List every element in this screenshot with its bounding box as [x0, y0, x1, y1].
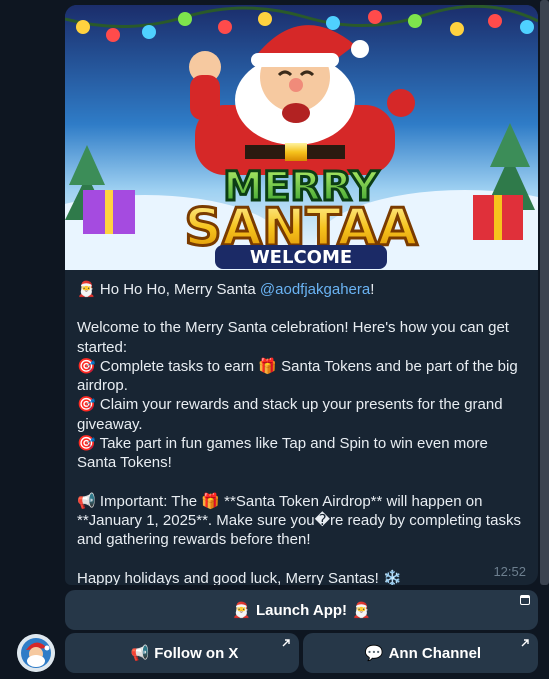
ann-channel-label: Ann Channel	[388, 644, 482, 662]
direct-hit-icon: 🎯	[77, 395, 96, 414]
bot-avatar[interactable]	[17, 634, 55, 672]
greeting-line: 🎅 Ho Ho Ho, Merry Santa @aodfjakgahera!	[77, 280, 526, 299]
important-text-a: Important: The	[99, 492, 202, 510]
direct-hit-icon: 🎯	[77, 356, 96, 375]
closing-line: Happy holidays and good luck, Merry Sant…	[77, 569, 526, 585]
list-item-tasks: 🎯 Complete tasks to earn 🎁 Santa Tokens …	[77, 357, 526, 396]
ann-channel-button[interactable]: 💬 Ann Channel	[303, 633, 538, 673]
greeting-text: Ho Ho Ho, Merry Santa	[99, 281, 260, 298]
message-timestamp: 12:52	[493, 564, 526, 579]
banner-line-welcome: WELCOME	[250, 247, 352, 268]
santa-icon: 🎅	[77, 280, 96, 298]
megaphone-icon: 📢	[130, 644, 150, 662]
list-item-rewards: 🎯 Claim your rewards and stack up your p…	[77, 395, 526, 434]
gift-icon: 🎁	[201, 491, 220, 510]
important-paragraph: 📢 Important: The 🎁 **Santa Token Airdrop…	[77, 492, 526, 550]
external-link-arrow-icon	[281, 638, 291, 648]
message-text: 🎅 Ho Ho Ho, Merry Santa @aodfjakgahera! …	[65, 270, 538, 585]
megaphone-icon: 📢	[77, 491, 96, 510]
speech-balloon-icon: 💬	[364, 644, 384, 662]
scrollbar[interactable]	[540, 0, 549, 585]
web-app-icon	[520, 595, 530, 605]
intro-paragraph: Welcome to the Merry Santa celebration! …	[77, 319, 514, 356]
chat-view: MERRY SANTAA WELCOME 🎅 Ho Ho Ho, Merry S…	[0, 0, 549, 679]
external-link-arrow-icon	[520, 638, 530, 648]
snowflake-icon: ❄️	[383, 568, 402, 585]
greeting-suffix: !	[370, 281, 375, 298]
list-item-games: 🎯 Take part in fun games like Tap and Sp…	[77, 434, 526, 473]
list-item-tasks-text-a: Complete tasks to earn	[99, 357, 259, 375]
closing-text: Happy holidays and good luck, Merry Sant…	[77, 569, 383, 585]
santa-icon: 🎅	[232, 601, 251, 619]
follow-on-x-button[interactable]: 📢 Follow on X	[65, 633, 299, 673]
user-mention-link[interactable]: @aodfjakgahera	[260, 281, 370, 298]
santa-icon: 🎅	[352, 601, 371, 619]
launch-app-label: Launch App!	[255, 601, 348, 619]
direct-hit-icon: 🎯	[77, 434, 96, 453]
welcome-banner-image[interactable]: MERRY SANTAA WELCOME	[65, 5, 538, 270]
launch-app-button[interactable]: 🎅 Launch App! 🎅	[65, 590, 538, 630]
message-bubble: MERRY SANTAA WELCOME 🎅 Ho Ho Ho, Merry S…	[65, 5, 538, 585]
gift-icon: 🎁	[258, 356, 277, 375]
list-item-rewards-text: Claim your rewards and stack up your pre…	[77, 396, 507, 433]
list-item-games-text: Take part in fun games like Tap and Spin…	[77, 435, 493, 472]
follow-on-x-label: Follow on X	[154, 644, 239, 662]
